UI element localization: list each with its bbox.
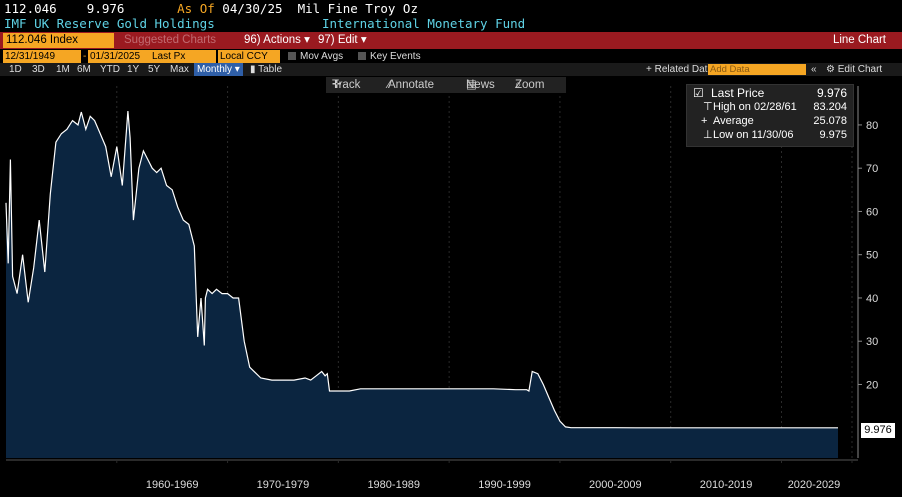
table-icon: ▮ [250,64,256,75]
mov-avgs-toggle[interactable]: Mov Avgs [288,50,343,63]
period-6m[interactable]: 6M [77,63,91,76]
start-date-field[interactable]: 12/31/1949 [3,50,81,63]
key-events-toggle[interactable]: Key Events [358,50,421,63]
last-value: 9.976 [86,1,125,16]
low-marker-icon: ⊥ [703,129,713,141]
end-date-field[interactable]: 01/31/2025 [88,50,150,63]
frequency-select[interactable]: Monthly ▾ [194,63,243,76]
average-marker-icon: + [701,115,708,127]
y-tick-label: 40 [866,293,878,305]
currency-select[interactable]: Local CCY [218,50,280,63]
chart-tools-bar: ✛ Track ∕ Annotate ▤ News ⌕ Zoom [326,77,566,93]
period-toolbar: 1D 3D 1M 6M YTD 1Y 5Y Max Monthly ▾ ▮ Ta… [0,63,902,76]
date-separator: - [83,51,87,62]
checkbox-icon [288,52,296,60]
x-tick-label: 1990-1999 [478,479,531,491]
y-tick-label: 70 [866,163,878,175]
edit-menu[interactable]: 97) Edit ▾ [318,33,367,48]
period-1y[interactable]: 1Y [127,63,139,76]
x-tick-label: 1980-1989 [367,479,420,491]
high-marker-icon: ⊤ [703,101,713,113]
source-name: International Monetary Fund [322,16,526,31]
ticker-value: 112.046 [4,1,57,16]
y-tick-label: 30 [866,336,878,348]
collapse-icon[interactable]: « [811,63,817,76]
header-subline: IMF UK Reserve Gold Holdings Internation… [4,16,525,31]
as-of-date: 04/30/25 [222,1,283,16]
period-3d[interactable]: 3D [32,63,45,76]
period-1d[interactable]: 1D [9,63,22,76]
last-value-flag: 9.976 [861,423,895,438]
chevron-down-icon: ▾ [304,34,310,46]
period-1m[interactable]: 1M [56,63,70,76]
security-field[interactable]: 112.046 Index [3,33,114,48]
x-tick-label: 1960-1969 [146,479,199,491]
date-toolbar: 12/31/1949 - 01/31/2025 Last Px Local CC… [0,50,902,63]
chevron-down-icon: ▾ [360,34,367,46]
edit-chart-button[interactable]: ⚙ Edit Chart [826,63,882,76]
as-of-label: As Of [177,1,215,16]
plus-icon: + [646,64,652,75]
y-tick-label: 80 [866,120,878,132]
related-data-button[interactable]: + Related Dat [646,63,707,76]
period-5y[interactable]: 5Y [148,63,160,76]
period-max[interactable]: Max [170,63,189,76]
table-view-button[interactable]: ▮ Table [250,63,282,76]
y-tick-label: 20 [866,379,878,391]
chart-title: Line Chart [832,34,886,46]
units-label: Mil Fine Troy Oz [297,1,418,16]
field-select[interactable]: Last Px [150,50,216,63]
checkbox-icon[interactable]: ☑ [693,87,704,100]
main-toolbar: 112.046 Index Suggested Charts 96) Actio… [0,32,902,49]
checkbox-icon [358,52,366,60]
gear-icon: ⚙ [826,64,835,75]
security-name: IMF UK Reserve Gold Holdings [4,16,215,31]
add-data-input[interactable]: Add Data [708,64,806,75]
suggested-charts-button[interactable]: Suggested Charts [124,33,216,48]
x-tick-label: 2000-2009 [589,479,642,491]
actions-menu[interactable]: 96) Actions ▾ [244,33,310,48]
y-tick-label: 50 [866,250,878,262]
x-tick-label: 2010-2019 [700,479,753,491]
x-tick-label: 2020-2029 [788,479,841,491]
x-tick-label: 1970-1979 [257,479,310,491]
period-ytd[interactable]: YTD [100,63,120,76]
y-tick-label: 60 [866,206,878,218]
legend-box: ☑ Last Price 9.976 ⊤ High on 02/28/61 83… [686,84,854,147]
header-line: 112.046 9.976 As Of 04/30/25 Mil Fine Tr… [4,1,418,16]
